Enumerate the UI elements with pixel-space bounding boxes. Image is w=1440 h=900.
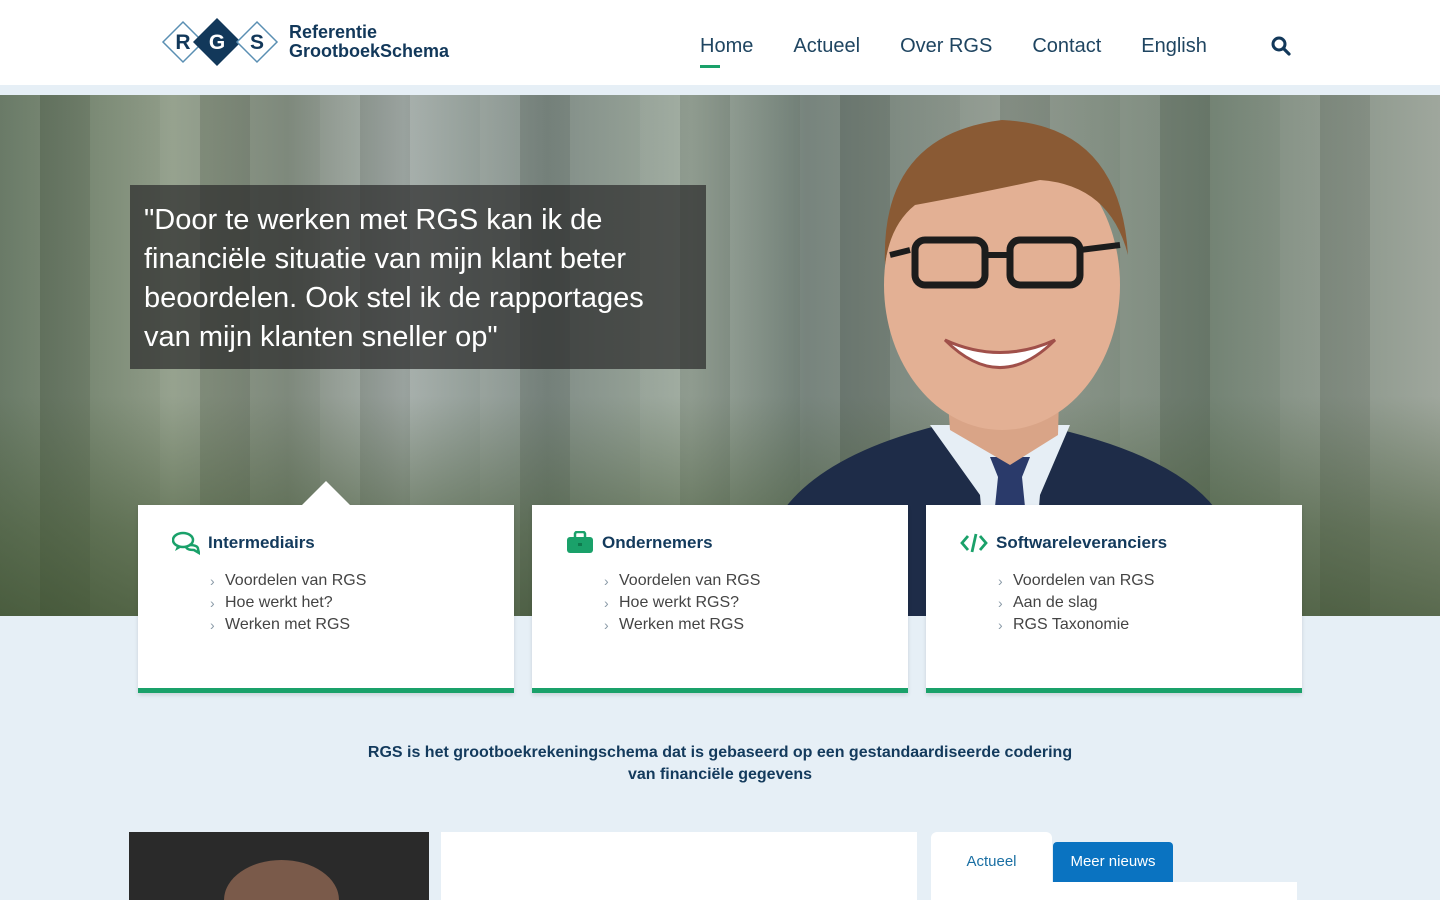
chevron-right-icon: › — [604, 573, 609, 589]
card-link-label: Voordelen van RGS — [1013, 572, 1155, 589]
card-link-label: Voordelen van RGS — [619, 572, 761, 589]
header-divider — [0, 85, 1440, 95]
chevron-right-icon: › — [998, 617, 1003, 633]
card-ondernemers: Ondernemers › Voordelen van RGS › Hoe werk… — [532, 505, 908, 693]
card-links: › Voordelen van RGS › Aan de slag › RGS Tax… — [998, 570, 1154, 636]
chevron-right-icon: › — [210, 573, 215, 589]
svg-text:S: S — [250, 31, 264, 54]
card-link-label: Hoe werkt het? — [225, 594, 333, 611]
nav-over-rgs[interactable]: Over RGS — [900, 34, 992, 58]
card-pointer — [302, 481, 350, 505]
site-header: R G S Referentie GrootboekSchema Home Ac… — [0, 0, 1440, 85]
tagline: RGS is het grootboekrekeningschema dat i… — [367, 744, 1073, 783]
logo-line2: GrootboekSchema — [289, 41, 450, 61]
card-link[interactable]: › Voordelen van RGS — [210, 570, 366, 592]
chevron-right-icon: › — [210, 595, 215, 611]
chat-bubbles-icon — [172, 531, 200, 555]
card-title: Softwareleveranciers — [996, 533, 1168, 552]
tab-actueel[interactable]: Actueel — [931, 832, 1052, 892]
card-intermediairs: Intermediairs › Voordelen van RGS › Hoe we… — [138, 505, 514, 693]
card-link-label: Aan de slag — [1013, 594, 1098, 611]
card-link[interactable]: › Hoe werkt RGS? — [604, 592, 760, 614]
nav-english[interactable]: English — [1141, 34, 1207, 58]
card-link[interactable]: › Voordelen van RGS — [604, 570, 760, 592]
logo-line1: Referentie — [289, 22, 378, 42]
logo-text: Referentie GrootboekSchema — [289, 23, 449, 61]
card-title-row[interactable]: Intermediairs — [172, 531, 315, 555]
news-tabs: Actueel Meer nieuws — [931, 832, 1297, 900]
card-links: › Voordelen van RGS › Hoe werkt het? › Werk… — [210, 570, 366, 636]
card-link[interactable]: › Werken met RGS — [210, 614, 366, 636]
card-link[interactable]: › Werken met RGS — [604, 614, 760, 636]
nav-home[interactable]: Home — [700, 34, 753, 68]
briefcase-icon — [567, 531, 593, 553]
card-link[interactable]: › Hoe werkt het? — [210, 592, 366, 614]
chevron-right-icon: › — [604, 595, 609, 611]
card-links: › Voordelen van RGS › Hoe werkt RGS? › Werk… — [604, 570, 760, 636]
chevron-right-icon: › — [604, 617, 609, 633]
card-title-row[interactable]: Softwareleveranciers — [960, 531, 1167, 555]
card-link-label: Hoe werkt RGS? — [619, 594, 740, 611]
quote-box: "Door te werken met RGS kan ik de financ… — [130, 185, 706, 369]
hero-quote: "Door te werken met RGS kan ik de financ… — [144, 204, 644, 353]
testimonial-photo — [129, 832, 429, 900]
meer-nieuws-button[interactable]: Meer nieuws — [1053, 842, 1173, 882]
chevron-right-icon: › — [998, 573, 1003, 589]
card-link[interactable]: › Aan de slag — [998, 592, 1154, 614]
svg-text:G: G — [209, 31, 225, 54]
card-softwareleveranciers: Softwareleveranciers › Voordelen van RGS … — [926, 505, 1302, 693]
card-title-row[interactable]: Ondernemers — [566, 531, 713, 555]
content-panel — [441, 832, 917, 900]
card-link-label: Werken met RGS — [225, 616, 351, 633]
card-link[interactable]: › Voordelen van RGS — [998, 570, 1154, 592]
card-link-label: Voordelen van RGS — [225, 572, 367, 589]
chevron-right-icon: › — [210, 617, 215, 633]
svg-text:R: R — [175, 31, 190, 54]
rgs-logo-mark: R G S — [161, 18, 279, 66]
card-title: Ondernemers — [602, 533, 713, 552]
card-link-label: RGS Taxonomie — [1013, 616, 1130, 633]
code-icon — [960, 533, 988, 553]
logo[interactable]: R G S Referentie GrootboekSchema — [161, 16, 449, 68]
card-link[interactable]: › RGS Taxonomie — [998, 614, 1154, 636]
person-photo-head — [224, 860, 339, 900]
card-link-label: Werken met RGS — [619, 616, 745, 633]
nav-contact[interactable]: Contact — [1032, 34, 1101, 58]
main-nav: Home Actueel Over RGS Contact English — [700, 34, 1247, 68]
chevron-right-icon: › — [998, 595, 1003, 611]
card-title: Intermediairs — [208, 533, 315, 552]
search-icon[interactable] — [1271, 36, 1291, 56]
nav-actueel[interactable]: Actueel — [793, 34, 860, 58]
